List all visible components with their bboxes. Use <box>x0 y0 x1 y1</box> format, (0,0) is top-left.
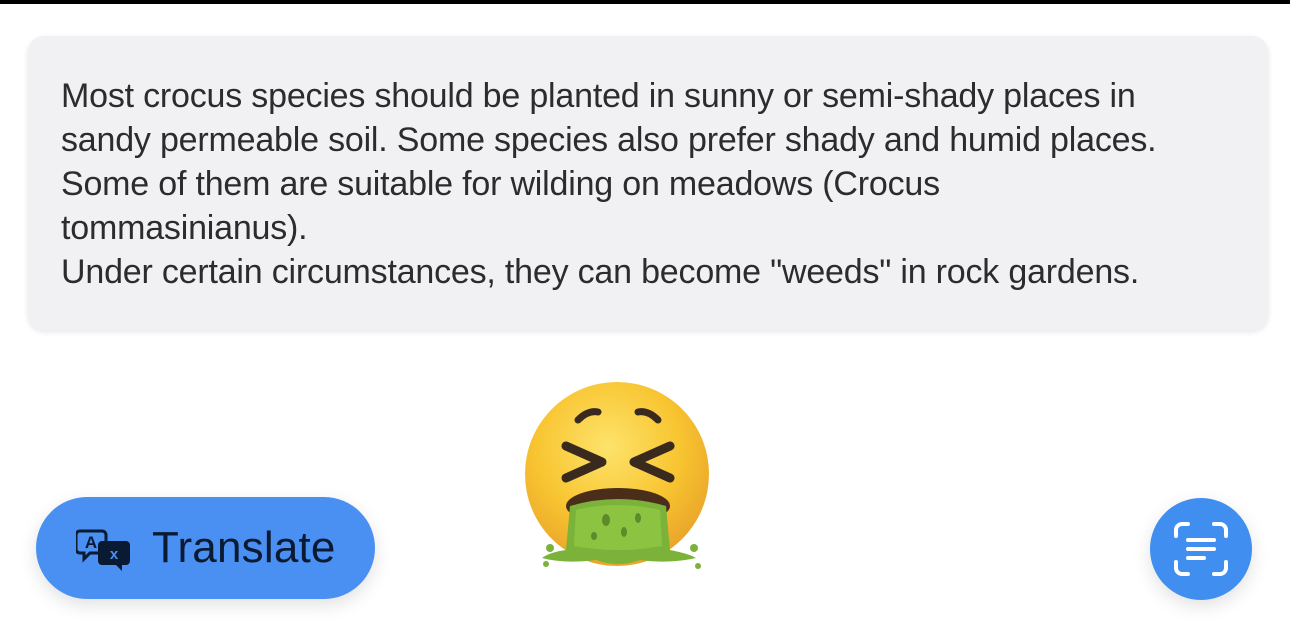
translate-button[interactable]: A x Translate <box>36 497 375 599</box>
vomiting-face-emoji <box>520 382 720 572</box>
live-text-scan-icon <box>1174 522 1228 576</box>
live-text-scan-button[interactable] <box>1150 498 1252 600</box>
top-edge-bar <box>0 0 1290 4</box>
description-line: tommasinianus). <box>61 209 308 247</box>
description-line: Most crocus species should be planted in… <box>61 77 1136 115</box>
translate-icon: A x <box>74 527 132 571</box>
svg-text:A: A <box>85 533 97 552</box>
description-line: sandy permeable soil. Some species also … <box>61 121 1157 159</box>
plant-description-card: Most crocus species should be planted in… <box>28 36 1268 330</box>
translate-button-label: Translate <box>152 523 336 572</box>
description-line: Under certain circumstances, they can be… <box>61 253 1140 291</box>
description-line: Some of them are suitable for wilding on… <box>61 165 940 203</box>
svg-text:x: x <box>110 546 119 563</box>
